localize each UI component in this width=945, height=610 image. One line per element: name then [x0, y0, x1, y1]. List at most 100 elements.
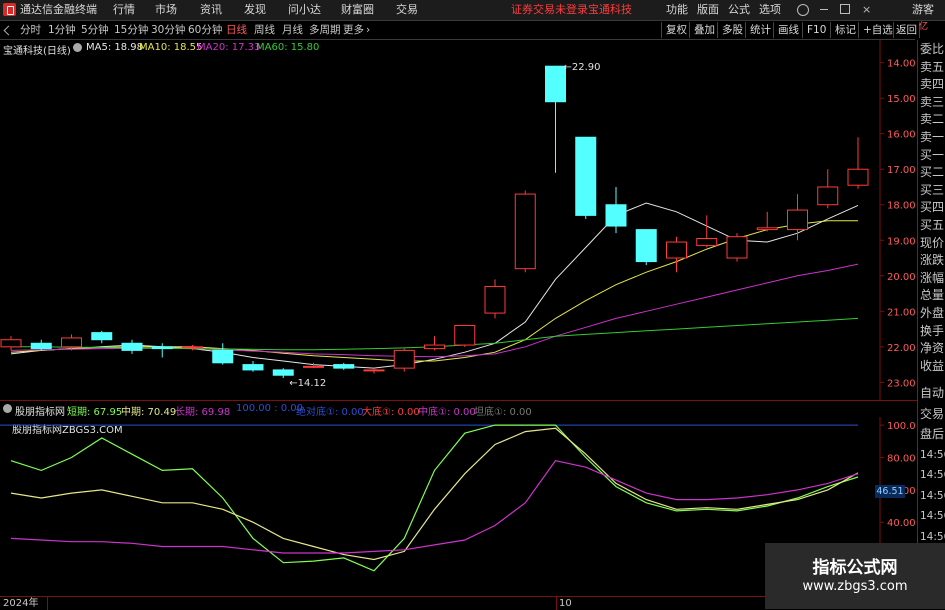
stats-button[interactable]: 统计	[745, 22, 775, 38]
long-term-line	[10, 460, 859, 554]
candle-body	[91, 332, 113, 341]
price-axis-label: 20.00	[887, 272, 916, 283]
mid-term-legend: 中期: 70.49	[121, 407, 177, 418]
app-title: 通达信金融终端	[20, 3, 97, 16]
candle-body	[151, 346, 173, 350]
settings-circle-icon[interactable]	[3, 404, 12, 413]
period-1min[interactable]: 1分钟	[48, 21, 76, 39]
menu-item-market[interactable]: 市场	[155, 0, 177, 20]
panel-divider	[0, 400, 945, 401]
candle-body	[121, 342, 143, 351]
price-axis-label: 18.00	[887, 201, 916, 212]
bottom-legend: 坦底①: 0.00	[474, 407, 532, 418]
short-term-legend: 短期: 67.95	[67, 407, 123, 418]
period-daily[interactable]: 日线	[226, 21, 247, 39]
menu-item-trade[interactable]: 交易	[396, 0, 418, 20]
quote-label: 委比	[920, 42, 945, 56]
close-icon[interactable]: ×	[862, 0, 871, 20]
tick-time: 14:56	[920, 448, 945, 461]
watermark-title: 指标公式网	[812, 558, 898, 578]
candle-body	[484, 285, 506, 314]
quote-label: 现价	[920, 235, 945, 250]
candle	[847, 137, 869, 189]
candle-body	[696, 237, 718, 247]
candle	[212, 343, 234, 365]
low-price-label: ←14.12	[289, 378, 326, 389]
mid-term-line	[10, 427, 859, 561]
candle-body	[30, 342, 52, 350]
candle	[272, 368, 294, 379]
menu-stock-name: 宝通科技	[588, 3, 632, 16]
period-monthly[interactable]: 月线	[282, 21, 303, 39]
quote-label: 卖一	[920, 130, 945, 144]
menu-item-news[interactable]: 资讯	[200, 0, 222, 20]
period-5min[interactable]: 5分钟	[81, 21, 109, 39]
guest-user[interactable]: 游客	[912, 0, 934, 20]
multi-stock-button[interactable]: 多股	[717, 22, 747, 38]
overlay-button[interactable]: 叠加	[689, 22, 719, 38]
trade-label: 交易	[920, 406, 945, 421]
back-button[interactable]: 返回	[893, 22, 920, 38]
big-bottom-legend: 大底①: 0.00	[362, 407, 420, 418]
period-15min[interactable]: 15分钟	[114, 21, 148, 39]
candle	[756, 211, 778, 232]
long-term-legend: 长期: 69.98	[175, 407, 231, 418]
candle	[393, 348, 415, 372]
menu-item-discover[interactable]: 发现	[244, 0, 266, 20]
trade-login-notice[interactable]: 证券交易未登录	[511, 0, 588, 20]
period-more[interactable]: 更多	[343, 21, 364, 39]
candle-body	[575, 136, 597, 216]
period-weekly[interactable]: 周线	[254, 21, 275, 39]
candle-body	[182, 346, 203, 349]
quote-label: 卖二	[920, 112, 945, 127]
user-icon[interactable]	[797, 4, 809, 16]
mark-button[interactable]: 标记	[830, 22, 860, 38]
menu-item-quotes[interactable]: 行情	[113, 0, 135, 20]
period-multi[interactable]: 多周期	[309, 21, 341, 39]
menu-item-layout[interactable]: 版面	[697, 0, 719, 20]
price-chart[interactable]: 23.00 22.00 21.00 20.00 19.00 18.00 17.00 16.00…	[0, 40, 917, 401]
more-chevron-icon[interactable]: ›	[366, 21, 370, 39]
candle	[30, 339, 52, 351]
add-watchlist-button[interactable]: +自选	[858, 22, 897, 38]
candle	[726, 233, 748, 262]
menu-item-options[interactable]: 选项	[759, 0, 781, 20]
draw-line-button[interactable]: 画线	[773, 22, 803, 38]
menu-item-community[interactable]: 财富圈	[341, 0, 374, 20]
minimize-icon[interactable]	[820, 9, 828, 10]
trade-label: 盘后	[920, 427, 945, 441]
candle-body	[333, 364, 355, 369]
candle-body	[847, 168, 869, 186]
menu-item-ask[interactable]: 问小达	[288, 0, 321, 20]
period-30min[interactable]: 30分钟	[151, 21, 185, 39]
candle	[424, 336, 445, 351]
tick-time: 14:56	[920, 469, 945, 481]
v100-legend: 100.00 : 0.00	[236, 403, 303, 414]
period-intraday[interactable]: 分时	[20, 21, 41, 39]
candle	[91, 330, 113, 344]
candle-body	[61, 337, 82, 348]
quote-label: 买三	[920, 182, 945, 197]
period-60min[interactable]: 60分钟	[188, 21, 222, 39]
price-axis-label: 16.00	[887, 130, 916, 141]
quote-label: 外盘	[920, 306, 945, 320]
candle-body	[514, 193, 536, 270]
collapse-arrow-icon[interactable]	[3, 25, 14, 36]
candle-body	[726, 236, 748, 259]
menu-item-formula[interactable]: 公式	[728, 0, 750, 20]
candle-body	[666, 241, 687, 259]
maximize-icon[interactable]	[840, 4, 850, 14]
date-axis: 2024年 10	[0, 596, 880, 610]
menu-bar: 通达信金融终端 行情 市场 资讯 发现 问小达 财富圈 交易 证券交易未登录 宝…	[0, 0, 945, 21]
candle-body	[817, 186, 839, 206]
adjust-button[interactable]: 复权	[661, 22, 691, 38]
candle-body	[363, 369, 385, 372]
candle	[514, 190, 536, 273]
candle-body	[0, 339, 22, 348]
candle	[696, 215, 718, 248]
quote-label: 买四	[920, 200, 945, 215]
date-axis-year: 2024年	[3, 598, 39, 609]
f10-button[interactable]: F10	[802, 22, 830, 38]
absolute-bottom-legend: 绝对底①: 0.00	[296, 407, 364, 418]
menu-item-function[interactable]: 功能	[666, 0, 688, 20]
